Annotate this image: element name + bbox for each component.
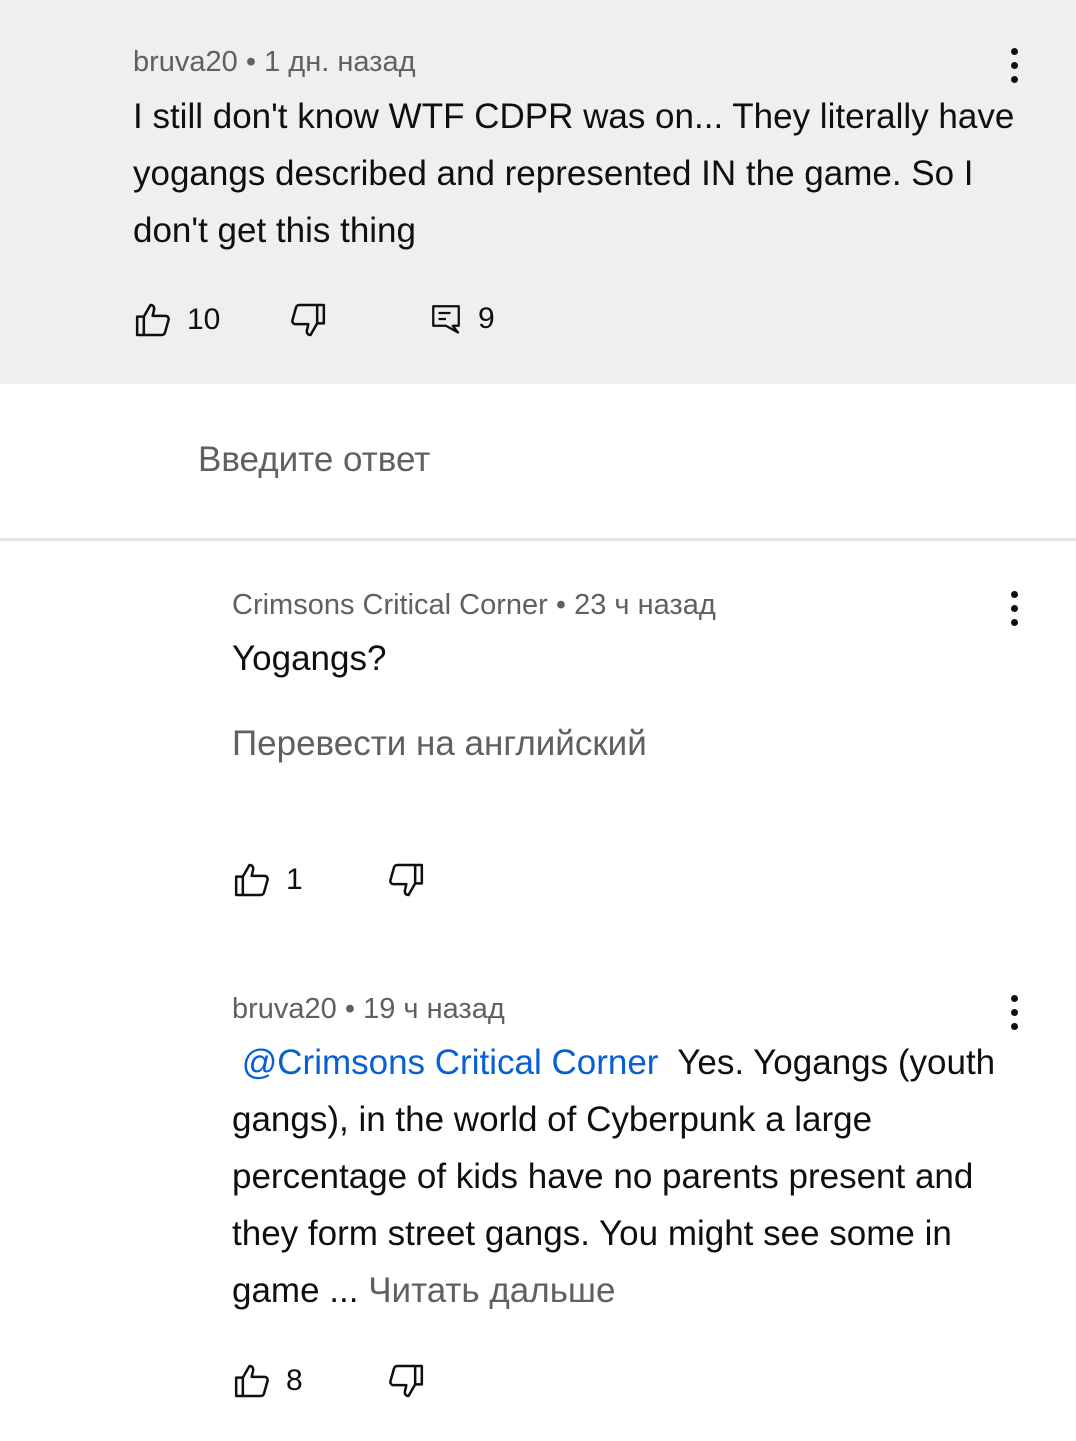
more-vertical-icon[interactable] [994, 35, 1034, 95]
comment-text: I still don't know WTF CDPR was on... Th… [133, 97, 1015, 250]
comment-time: 1 дн. назад [264, 46, 416, 78]
reply-text: @Crimsons Critical Corner Yes. Yogangs (… [232, 1034, 1002, 1319]
replies-button[interactable]: 9 [428, 300, 495, 338]
meta-separator: • [344, 993, 356, 1025]
reply-count: 9 [478, 302, 495, 335]
like-button[interactable]: 10 [133, 300, 220, 340]
comment-reply-icon [428, 300, 464, 338]
reply-meta: bruva20 • 19 ч назад [232, 993, 505, 1026]
like-button[interactable]: 1 [232, 860, 303, 900]
reply-time: 23 ч назад [574, 589, 716, 621]
reply-input[interactable]: Введите ответ [198, 440, 430, 480]
like-button[interactable]: 8 [232, 1361, 303, 1401]
dislike-button[interactable] [386, 1361, 426, 1401]
reply-time: 19 ч назад [363, 993, 505, 1025]
comment-meta: bruva20 • 1 дн. назад [133, 46, 416, 79]
more-vertical-icon[interactable] [994, 982, 1034, 1042]
like-count: 8 [286, 1364, 303, 1397]
read-more-link[interactable]: Читать дальше [368, 1271, 615, 1310]
thumbs-down-icon [386, 1361, 426, 1401]
dislike-button[interactable] [386, 860, 426, 900]
highlighted-comment: bruva20 • 1 дн. назад I still don't know… [0, 0, 1076, 384]
meta-separator: • [555, 589, 567, 621]
thumbs-up-icon [133, 300, 173, 340]
reply-author[interactable]: Crimsons Critical Corner [232, 589, 548, 621]
more-vertical-icon[interactable] [994, 578, 1034, 638]
dislike-button[interactable] [288, 300, 328, 340]
thumbs-down-icon [386, 860, 426, 900]
reply-author[interactable]: bruva20 [232, 993, 337, 1025]
reply-meta: Crimsons Critical Corner • 23 ч назад [232, 589, 716, 622]
thumbs-down-icon [288, 300, 328, 340]
like-count: 10 [187, 303, 221, 336]
thumbs-up-icon [232, 860, 272, 900]
reply-text-content: Yes. Yogangs (youth gangs), in the world… [232, 1043, 996, 1310]
reply-text: Yogangs? [232, 639, 387, 678]
like-count: 1 [286, 863, 303, 896]
divider [0, 538, 1076, 541]
thumbs-up-icon [232, 1361, 272, 1401]
meta-separator: • [245, 46, 257, 78]
mention-link[interactable]: @Crimsons Critical Corner [242, 1043, 659, 1082]
comment-author[interactable]: bruva20 [133, 46, 238, 78]
translate-link[interactable]: Перевести на английский [232, 724, 647, 764]
